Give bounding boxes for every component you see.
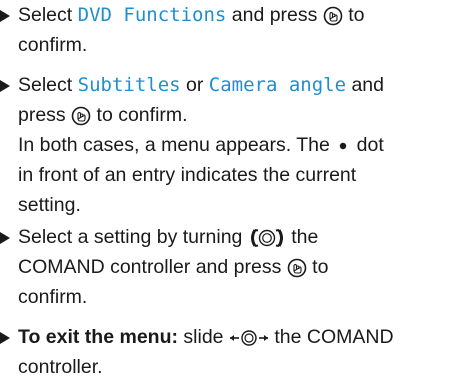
bullet-dot-icon xyxy=(335,138,351,154)
step-arrow-icon xyxy=(0,232,10,244)
turn-controller-icon xyxy=(248,227,286,249)
step-text: slide xyxy=(177,326,229,348)
step-note: in front of an entry indicates the curre… xyxy=(18,164,357,186)
step-arrow-icon xyxy=(0,80,10,92)
step-note: setting. xyxy=(18,194,81,216)
step-text: the xyxy=(285,226,319,248)
press-controller-icon xyxy=(323,6,343,26)
step-1-text: Select DVD Functions and press to confir… xyxy=(18,0,463,60)
step-4-text: To exit the menu: slide the COMAND contr… xyxy=(18,322,463,382)
step-text: and press xyxy=(226,4,323,26)
step-text: the COMAND xyxy=(268,326,394,348)
step-2-text: Select Subtitles or Camera angle and pre… xyxy=(18,70,463,220)
step-text: Select xyxy=(18,74,78,96)
step-2: Select Subtitles or Camera angle and pre… xyxy=(0,70,463,220)
step-text: to xyxy=(342,4,365,26)
step-text: and xyxy=(346,74,384,96)
step-1: Select DVD Functions and press to confir… xyxy=(0,0,463,60)
step-arrow-icon xyxy=(0,332,10,344)
menu-item-subtitles: Subtitles xyxy=(77,74,181,96)
step-note: In both cases, a menu appears. The xyxy=(18,134,336,156)
step-text: confirm. xyxy=(18,286,88,308)
step-heading: To exit the menu: xyxy=(18,326,178,348)
menu-item-dvd-functions: DVD Functions xyxy=(77,4,227,26)
slide-left-right-controller-icon xyxy=(229,328,269,348)
step-text: COMAND controller and press xyxy=(18,256,287,278)
press-controller-icon xyxy=(287,258,307,278)
step-note: dot xyxy=(351,134,384,156)
step-text: controller. xyxy=(18,356,103,378)
step-4: To exit the menu: slide the COMAND contr… xyxy=(0,322,463,382)
step-3-text: Select a setting by turning the COMAND c… xyxy=(18,222,463,312)
press-controller-icon xyxy=(71,106,91,126)
step-text: to xyxy=(306,256,329,278)
step-text: Select xyxy=(18,4,78,26)
step-text: press xyxy=(18,104,72,126)
step-text: confirm. xyxy=(18,34,88,56)
step-text: to confirm. xyxy=(91,104,188,126)
step-3: Select a setting by turning the COMAND c… xyxy=(0,222,463,312)
step-text: or xyxy=(180,74,209,96)
step-arrow-icon xyxy=(0,10,10,22)
instruction-page: Select DVD Functions and press to confir… xyxy=(0,0,463,386)
menu-item-camera-angle: Camera angle xyxy=(208,74,347,96)
step-text: Select a setting by turning xyxy=(18,226,248,248)
